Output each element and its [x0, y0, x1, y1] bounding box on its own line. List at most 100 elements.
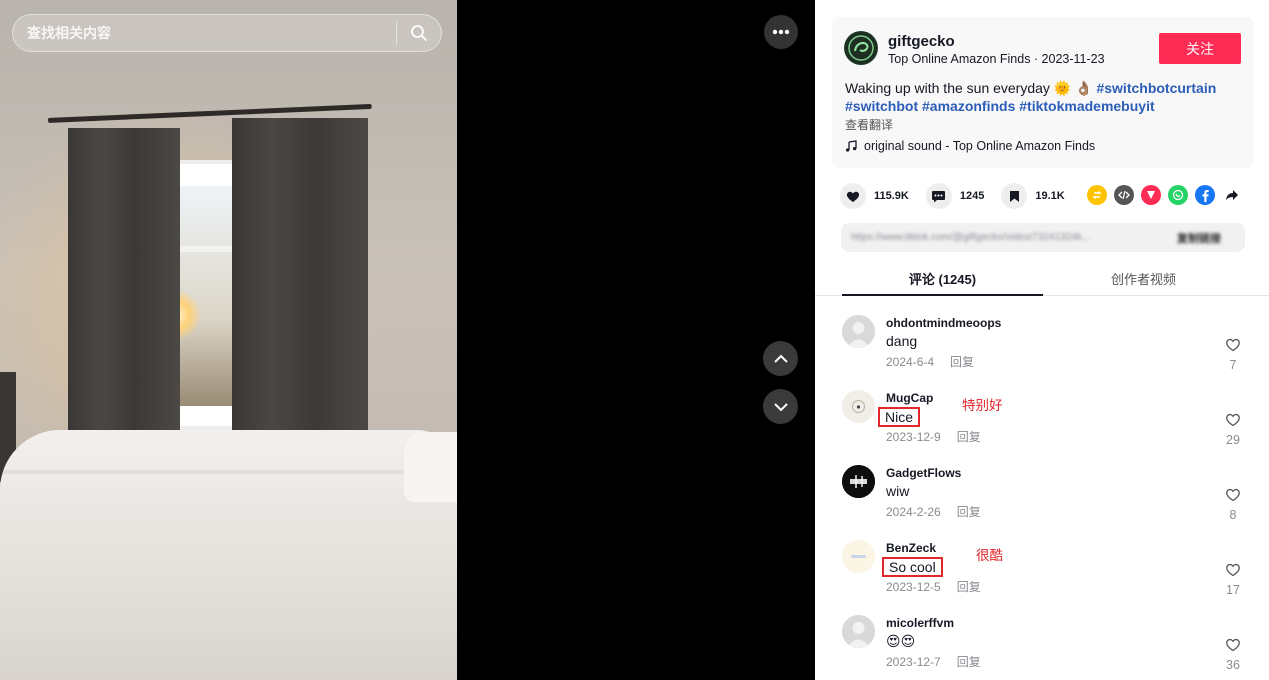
commenter-avatar[interactable] [842, 465, 875, 498]
comment-like-button[interactable]: 17 [1222, 562, 1244, 597]
comment-username[interactable]: micolerffvm [886, 616, 954, 630]
comment-username[interactable]: MugCap [886, 391, 933, 405]
send-button[interactable] [1141, 185, 1161, 205]
author-subtitle: Top Online Amazon Finds · 2023-11-23 [888, 52, 1105, 66]
chevron-up-icon [773, 354, 788, 363]
translation-annotation: 很酷 [976, 548, 1003, 563]
heart-outline-icon [1226, 638, 1240, 652]
save-button[interactable]: 19.1K [1001, 183, 1065, 209]
gadgetflows-logo-icon [842, 465, 875, 498]
pillow [404, 432, 457, 502]
curtain-right [232, 118, 368, 452]
tiktok-video-page: giftgecko Top Online Amazon Finds · 2023… [0, 0, 1269, 680]
video-area [0, 0, 815, 680]
repost-icon [1092, 191, 1102, 199]
comment-like-count: 8 [1229, 508, 1237, 522]
comment-like-count: 36 [1226, 658, 1240, 672]
comment-meta: 2024-6-4 回复 [886, 353, 974, 370]
gecko-logo-icon [845, 32, 877, 64]
heart-icon [846, 191, 860, 202]
music-row[interactable]: original sound - Top Online Amazon Finds [845, 139, 1095, 153]
curtain-left [68, 128, 180, 450]
embed-icon [1118, 190, 1130, 200]
music-label: original sound - Top Online Amazon Finds [864, 139, 1096, 153]
hashtag-links[interactable]: #switchbot #amazonfinds #tiktokmademebuy… [845, 98, 1155, 114]
comment-like-button[interactable]: 36 [1222, 637, 1244, 672]
comment-date: 2024-2-26 [886, 505, 941, 519]
video-player[interactable] [0, 0, 457, 680]
search-box [12, 14, 442, 52]
commenter-avatar[interactable] [842, 315, 875, 348]
reply-button[interactable]: 回复 [957, 505, 981, 519]
video-description: Waking up with the sun everyday 🌞 👌🏽 #sw… [845, 79, 1245, 115]
like-button[interactable]: 115.9K [840, 183, 909, 209]
comment-like-button[interactable]: 29 [1222, 412, 1244, 447]
next-video-button[interactable] [763, 389, 798, 424]
default-avatar-icon [842, 315, 875, 348]
comment-date: 2023-12-7 [886, 655, 941, 669]
reply-button[interactable]: 回复 [957, 430, 981, 444]
comment-username[interactable]: GadgetFlows [886, 466, 961, 480]
comment-text: wiw [886, 483, 910, 499]
comment-item: ohdontmindmeoops dang 2024-6-4 回复 7 [841, 315, 1251, 385]
comment-like-button[interactable]: 8 [1222, 487, 1244, 522]
comment-like-button[interactable]: 7 [1222, 337, 1244, 372]
author-avatar[interactable] [844, 31, 878, 65]
copy-link-button[interactable]: 复制链接 [1177, 230, 1221, 246]
comment-meta: 2023-12-9 回复 [886, 428, 981, 445]
more-options-button[interactable] [764, 15, 798, 49]
translation-annotation: 特别好 [962, 398, 1003, 413]
comment-like-count: 7 [1229, 358, 1237, 372]
more-share-button[interactable] [1222, 185, 1242, 205]
see-translation-link[interactable]: 查看翻译 [845, 116, 893, 133]
comment-username[interactable]: BenZeck [886, 541, 936, 555]
like-count: 115.9K [874, 190, 909, 202]
comment-item: GadgetFlows wiw 2024-2-26 回复 8 [841, 465, 1251, 535]
follow-button[interactable]: 关注 [1159, 33, 1241, 64]
video-info-card: giftgecko Top Online Amazon Finds · 2023… [832, 17, 1254, 168]
search-button[interactable] [397, 15, 441, 51]
bed-fold [0, 470, 457, 474]
bed [0, 430, 457, 680]
comment-count: 1245 [959, 190, 985, 202]
author-name[interactable]: giftgecko [888, 33, 955, 50]
more-icon [772, 29, 790, 35]
mugcap-logo-icon [842, 390, 875, 423]
commenter-avatar[interactable] [842, 540, 875, 573]
reply-button[interactable]: 回复 [957, 580, 981, 594]
facebook-icon [1202, 189, 1209, 202]
default-avatar-icon [842, 615, 875, 648]
comment-text: 😍😍 [886, 633, 916, 649]
search-input[interactable] [13, 15, 396, 51]
video-url[interactable]: https://www.tiktok.com/@giftgecko/video/… [851, 232, 1151, 243]
tab-bar: 评论 (1245) 创作者视频 [815, 262, 1269, 296]
reply-button[interactable]: 回复 [950, 355, 974, 369]
hashtag-link[interactable]: #switchbotcurtain [1096, 80, 1216, 96]
tab-comments[interactable]: 评论 (1245) [842, 262, 1043, 296]
comment-date: 2023-12-5 [886, 580, 941, 594]
embed-button[interactable] [1114, 185, 1134, 205]
comment-date: 2024-6-4 [886, 355, 935, 369]
share-icons [1087, 185, 1249, 205]
comment-item: micolerffvm 😍😍 2023-12-7 回复 36 [841, 615, 1251, 680]
comment-like-count: 29 [1226, 433, 1240, 447]
comment-button[interactable]: 1245 [925, 183, 985, 209]
commenter-avatar[interactable] [842, 615, 875, 648]
search-icon [411, 25, 427, 41]
repost-button[interactable] [1087, 185, 1107, 205]
comment-icon [932, 190, 946, 202]
commenter-avatar[interactable] [842, 390, 875, 423]
facebook-button[interactable] [1195, 185, 1215, 205]
comment-username[interactable]: ohdontmindmeoops [886, 316, 1001, 330]
whatsapp-icon [1172, 189, 1184, 201]
details-panel: giftgecko Top Online Amazon Finds · 2023… [815, 0, 1269, 680]
previous-video-button[interactable] [763, 341, 798, 376]
music-note-icon [846, 140, 857, 152]
tab-creator-videos[interactable]: 创作者视频 [1043, 262, 1244, 295]
description-text: Waking up with the sun everyday 🌞 👌🏽 [845, 80, 1093, 96]
chevron-down-icon [773, 402, 788, 411]
reply-button[interactable]: 回复 [957, 655, 981, 669]
heart-outline-icon [1226, 413, 1240, 427]
whatsapp-button[interactable] [1168, 185, 1188, 205]
heart-outline-icon [1226, 488, 1240, 502]
